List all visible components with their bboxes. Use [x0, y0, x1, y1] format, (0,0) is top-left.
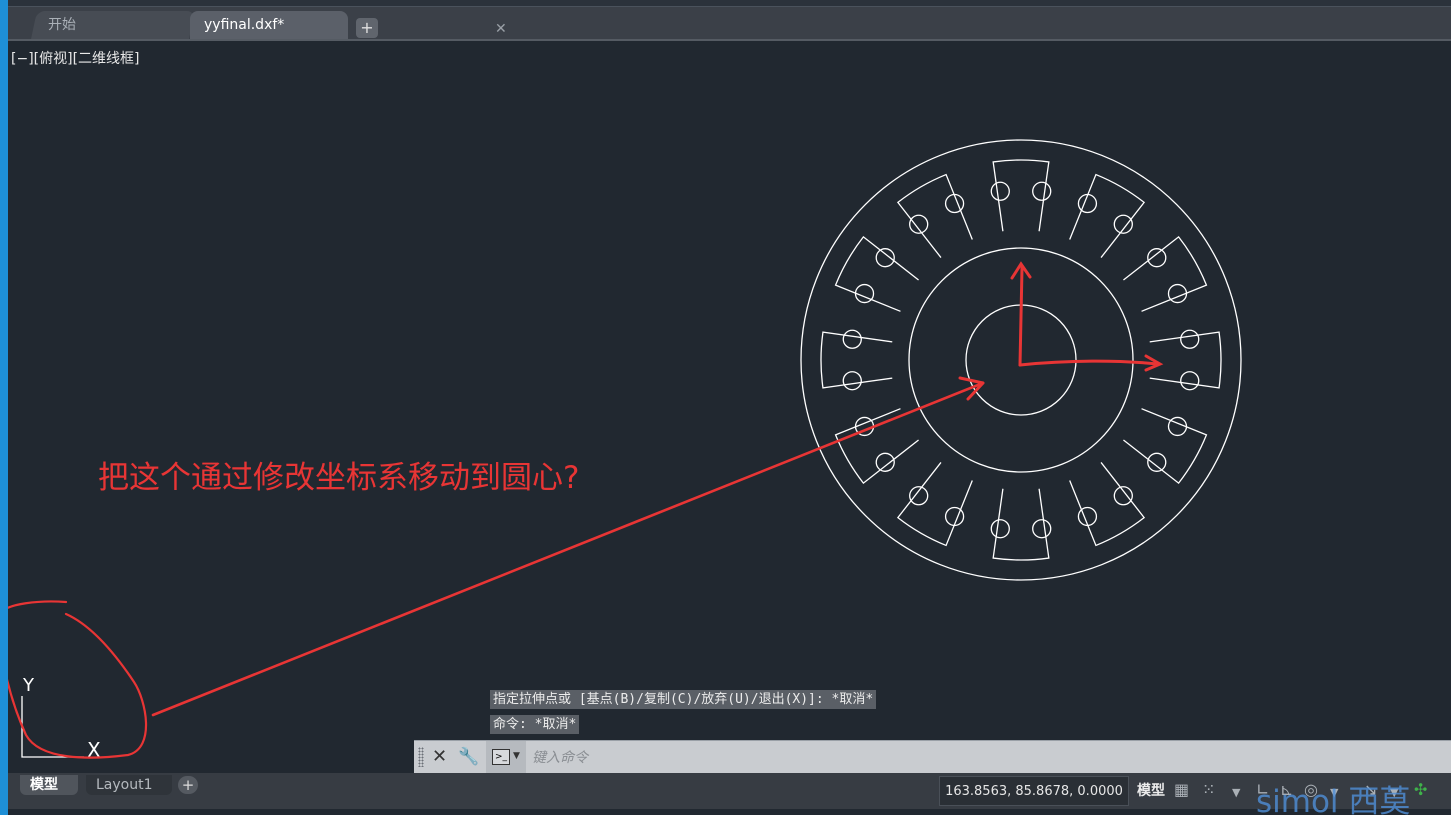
tooth-hole: [1147, 452, 1167, 472]
stator-tooth: [992, 488, 1050, 561]
terminal-icon: >_: [492, 749, 510, 765]
stator-tooth: [1149, 331, 1222, 389]
command-line: ✕ 🔧 >_ ▼: [414, 740, 1451, 773]
sketch-y-axis: [1018, 266, 1024, 367]
tooth-hole: [1180, 371, 1200, 391]
tooth-hole: [1032, 181, 1052, 201]
stator-tooth: [896, 173, 973, 258]
stator-tooth: [1069, 173, 1146, 258]
stator-tooth: [896, 462, 973, 547]
wrench-icon[interactable]: 🔧: [458, 746, 479, 768]
cad-application-window: 开始 yyfinal.dxf* ✕ + [−][俯视][二维线框] Y X 把这…: [8, 0, 1451, 815]
tooth-hole: [990, 181, 1010, 201]
chevron-down-icon: ▼: [513, 751, 520, 761]
chevron-down-icon[interactable]: ▼: [1232, 784, 1240, 802]
command-history-line: 命令: *取消*: [490, 715, 580, 734]
status-bar: 模型 Layout1 + 163.8563, 85.8678, 0.0000 模…: [8, 773, 1451, 809]
tooth-hole: [1113, 486, 1133, 506]
snap-icon[interactable]: ⁙: [1202, 781, 1215, 799]
tooth-hole: [875, 452, 895, 472]
ucs-icon: Y X: [21, 675, 101, 762]
model-space-button[interactable]: 模型: [1132, 776, 1170, 806]
tab-layout1[interactable]: Layout1: [86, 775, 172, 795]
coordinate-readout[interactable]: 163.8563, 85.8678, 0.0000: [939, 776, 1129, 806]
grid-icon[interactable]: ▦: [1174, 781, 1189, 799]
tooth-hole: [842, 329, 862, 349]
watermark-logo: simol 西莫: [1256, 784, 1411, 815]
stator-tooth: [1123, 235, 1208, 312]
add-layout-button[interactable]: +: [178, 776, 198, 794]
tab-model[interactable]: 模型: [20, 775, 78, 795]
tooth-hole: [909, 214, 929, 234]
close-icon[interactable]: ✕: [432, 746, 447, 768]
stator-tooth: [834, 235, 919, 312]
tooth-hole: [1180, 329, 1200, 349]
ucs-y-label: Y: [22, 675, 35, 696]
stator-tooth: [834, 408, 919, 485]
arrow-shaft: [151, 381, 985, 717]
tooth-hole: [875, 248, 895, 268]
ucs-axes: [21, 696, 84, 758]
sketch-x-axis: [1018, 359, 1160, 367]
command-prompt-icon[interactable]: >_ ▼: [486, 741, 526, 773]
annotation-question: 把这个通过修改坐标系移动到圆心?: [98, 460, 580, 496]
tooth-hole: [842, 371, 862, 391]
command-input[interactable]: [530, 747, 1034, 769]
stator-tooth: [1069, 462, 1146, 547]
drag-handle-icon[interactable]: [418, 747, 424, 767]
tooth-hole: [909, 486, 929, 506]
tooth-hole: [1147, 248, 1167, 268]
tooth-hole: [1113, 214, 1133, 234]
tooth-hole: [1032, 519, 1052, 539]
annotation-scale-icon[interactable]: ✣: [1414, 781, 1427, 799]
stator-tooth: [1123, 408, 1208, 485]
stator-tooth: [992, 159, 1050, 232]
tooth-hole: [990, 519, 1010, 539]
command-history-line: 指定拉伸点或 [基点(B)/复制(C)/放弃(U)/退出(X)]: *取消*: [490, 690, 877, 709]
markup-annotations: [8, 261, 1164, 759]
stator-tooth: [820, 331, 893, 389]
